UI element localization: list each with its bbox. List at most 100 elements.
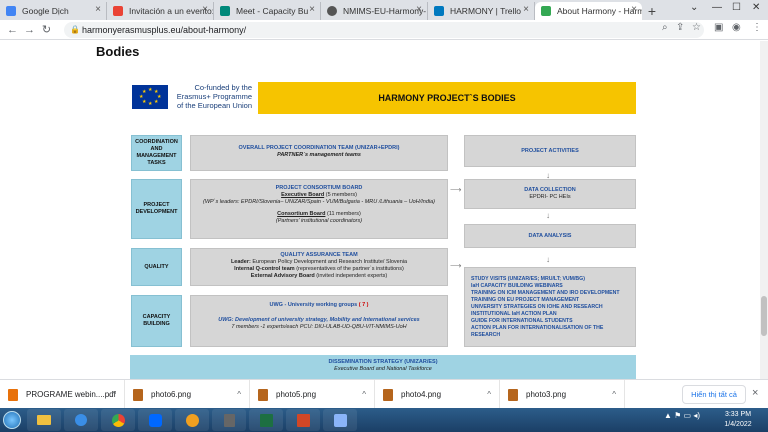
menu-icon[interactable]: ⋮ [752,22,762,33]
label-quality: QUALITY [131,248,182,286]
label-development: PROJECT DEVELOPMENT [131,179,182,239]
activities-box: PROJECT ACTIVITIES [464,135,636,167]
zalo-icon [148,413,162,427]
cofund-text: Co-funded by the Erasmus+ Programme of t… [176,83,252,110]
pdf-file-icon [8,388,18,401]
chevron-up-icon[interactable]: ^ [487,390,491,399]
close-window-icon[interactable]: ✕ [752,2,760,13]
bodies-diagram: ★ ★ ★ ★ ★ ★ ★ ★ Co-funded by the Erasmus+ Progr… [128,79,640,379]
media-player-icon [75,414,87,426]
chevron-up-icon[interactable]: ^ [362,390,366,399]
close-tab-icon[interactable]: × [416,4,422,15]
close-tab-icon[interactable]: × [202,4,208,15]
browser-tab[interactable]: NMIMS-EU-Harmony- × [321,2,428,20]
download-item[interactable]: photo3.png ^ [500,379,625,409]
arrow-down-icon: ↓ [546,255,550,264]
taskbar-foxit[interactable] [175,409,209,431]
new-tab-button[interactable]: + [642,2,662,20]
label-coordination: COORDINATION AND MANAGEMENT TASKS [131,135,182,171]
browser-tab[interactable]: Google Dịch × [0,2,107,20]
folder-icon [37,415,51,425]
github-icon [327,6,337,16]
browser-tab[interactable]: Invitación a un evento: × [107,2,214,20]
address-bar-row: ← → ↻ 🔒 harmonyerasmusplus.eu/about-harm… [0,20,768,40]
label-capacity: CAPACITY BUILDING [131,295,182,347]
image-file-icon [133,388,143,401]
taskbar: ▲ ⚑ ▭ ◂) 3:33 PM 1/4/2022 [0,408,768,432]
tab-search-icon[interactable]: ⌄ [690,2,698,13]
taskbar-explorer[interactable] [27,409,61,431]
back-icon[interactable]: ← [4,24,21,36]
start-button[interactable] [0,408,24,432]
uwg-box: UWG - University working groups ( 7 ) UW… [190,295,448,347]
bookmark-star-icon[interactable]: ☆ [692,22,701,33]
arrow-down-icon: ↓ [546,211,550,220]
browser-tab[interactable]: HARMONY | Trello × [428,2,535,20]
show-all-downloads-button[interactable]: Hiển thị tất cả [682,385,746,404]
reload-icon[interactable]: ↻ [38,23,55,36]
scrollbar-thumb[interactable] [761,296,767,336]
meet-icon [220,6,230,16]
taskbar-paint[interactable] [323,409,357,431]
arrow-icon: ⟶ [450,185,462,194]
image-file-icon [508,388,518,401]
tab-bar: Google Dịch × Invitación a un evento: × Me… [0,0,768,20]
collection-box: DATA COLLECTION EPDRI- PC HEIs [464,179,636,209]
excel-icon [259,413,273,427]
chevron-up-icon[interactable]: ^ [612,390,616,399]
close-tab-icon[interactable]: × [523,4,529,15]
zoom-icon[interactable]: ⌕ [662,22,668,33]
avatar[interactable]: ◉ [732,22,741,33]
taskbar-excel[interactable] [249,409,283,431]
activities-list: STUDY VISITS (UNIZAR/ES; MRU/LT; VUM/BG)… [464,267,636,347]
page-content: Bodies ★ ★ ★ ★ ★ ★ ★ ★ Co-funded by the Erasmus… [0,41,768,379]
page-title: Bodies [96,44,140,59]
download-item[interactable]: photo5.png ^ [250,379,375,409]
image-file-icon [383,388,393,401]
clock[interactable]: 3:33 PM 1/4/2022 [718,410,758,430]
lock-icon: 🔒 [70,25,80,34]
foxit-icon [185,413,199,427]
forward-icon[interactable]: → [21,24,38,36]
image-file-icon [258,388,268,401]
url-input[interactable]: 🔒 harmonyerasmusplus.eu/about-harmony/ [64,22,704,38]
chevron-up-icon[interactable]: ^ [237,390,241,399]
minimize-icon[interactable]: — [712,2,722,13]
tray-icons[interactable]: ▲ ⚑ ▭ ◂) [664,411,700,420]
download-item[interactable]: photo4.png ^ [375,379,500,409]
dissemination-box: DISSEMINATION STRATEGY (UNIZAR/ES) Execu… [130,355,636,379]
eu-flag-icon: ★ ★ ★ ★ ★ ★ ★ ★ [132,85,168,109]
download-item[interactable]: photo6.png ^ [125,379,250,409]
consortium-box: PROJECT CONSORTIUM BOARD Executive Board… [190,179,448,239]
scrollbar[interactable] [760,41,768,379]
harmony-icon [541,6,551,16]
browser-tab-active[interactable]: About Harmony - Harm × [535,2,642,20]
coordination-box: OVERALL PROJECT COORDINATION TEAM (UNIZA… [190,135,448,171]
maximize-icon[interactable]: ☐ [732,2,741,13]
trello-icon [434,6,444,16]
close-downloads-icon[interactable]: × [752,387,758,399]
close-tab-icon[interactable]: × [95,4,101,15]
share-icon[interactable]: ⇪ [676,22,684,33]
browser-tab[interactable]: Meet - Capacity Bu × [214,2,321,20]
sidepanel-icon[interactable]: ▣ [714,22,723,33]
chrome-icon [111,413,125,427]
google-translate-icon [6,6,16,16]
quality-box: QUALITY ASSURANCE TEAM Leader: European … [190,248,448,286]
taskbar-powerpoint[interactable] [286,409,320,431]
taskbar-calculator[interactable] [212,409,246,431]
download-item[interactable]: PROGRAME webin....pdf ^ [0,379,125,409]
windows-start-icon [3,411,21,429]
calculator-icon [223,413,235,427]
chevron-up-icon[interactable]: ^ [112,390,116,399]
downloads-bar: PROGRAME webin....pdf ^ photo6.png ^ photo… [0,379,768,409]
arrow-icon: ⟶ [450,261,462,270]
taskbar-player[interactable] [64,409,98,431]
close-tab-icon[interactable]: × [309,4,315,15]
gmail-icon [113,6,123,16]
powerpoint-icon [296,413,310,427]
paint-icon [333,413,347,427]
taskbar-zalo[interactable] [138,409,172,431]
taskbar-chrome[interactable] [101,409,135,431]
close-tab-icon[interactable]: × [631,4,637,15]
